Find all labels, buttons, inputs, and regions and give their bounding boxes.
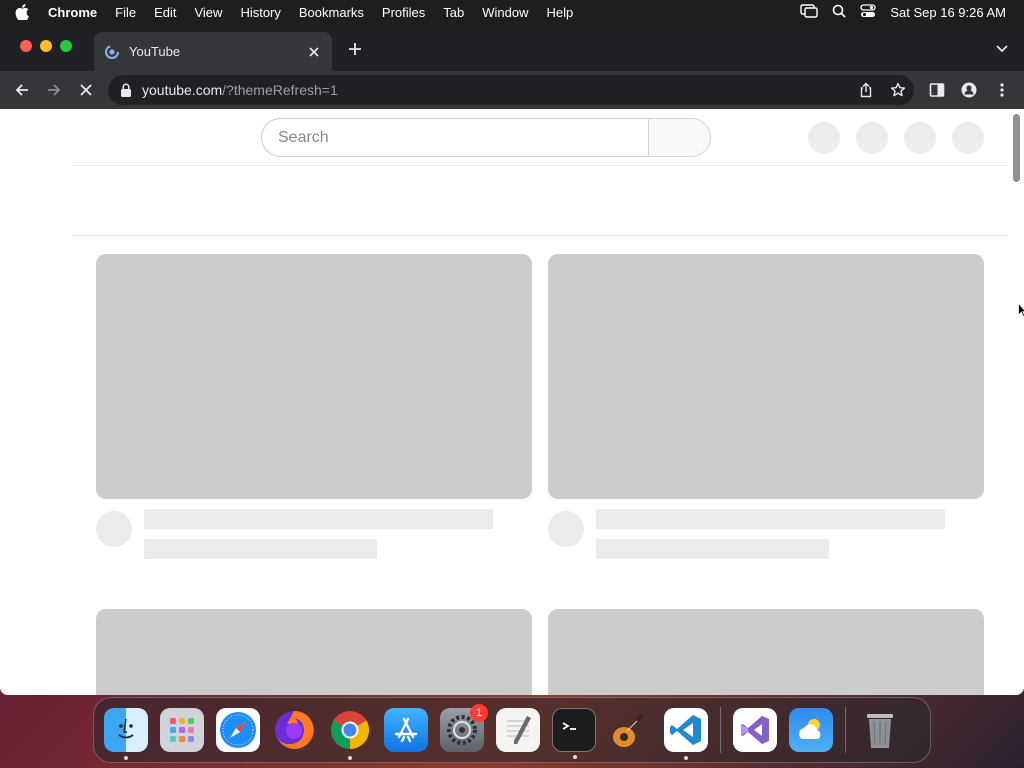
youtube-masthead bbox=[72, 109, 1008, 166]
firefox-icon[interactable] bbox=[272, 708, 316, 752]
close-window-button[interactable] bbox=[20, 40, 32, 52]
profile-avatar-icon[interactable] bbox=[961, 82, 977, 98]
running-indicator bbox=[573, 755, 577, 759]
video-thumbnail-skeleton bbox=[96, 254, 532, 499]
vscode-icon[interactable] bbox=[664, 708, 708, 760]
window-controls bbox=[20, 40, 72, 52]
close-tab-icon[interactable] bbox=[306, 44, 322, 60]
textedit-icon[interactable] bbox=[496, 708, 540, 752]
video-thumbnail-skeleton bbox=[96, 609, 532, 695]
tab-title: YouTube bbox=[129, 44, 181, 59]
channel-avatar-skeleton bbox=[96, 511, 132, 547]
menubar-clock[interactable]: Sat Sep 16 9:26 AM bbox=[890, 5, 1006, 20]
browser-toolbar: youtube.com/?themeRefresh=1 bbox=[0, 71, 1024, 109]
chrome-icon[interactable] bbox=[328, 708, 372, 760]
spotlight-search-icon[interactable] bbox=[832, 4, 846, 21]
apple-menu-icon[interactable] bbox=[0, 4, 44, 20]
finder-icon[interactable] bbox=[104, 708, 148, 760]
video-title-skeleton bbox=[596, 509, 945, 529]
dock-separator bbox=[845, 707, 846, 753]
minimize-window-button[interactable] bbox=[40, 40, 52, 52]
menu-view[interactable]: View bbox=[185, 5, 231, 20]
trash-icon[interactable] bbox=[858, 708, 902, 752]
chip-bar-placeholder bbox=[72, 166, 1008, 236]
menu-tab[interactable]: Tab bbox=[434, 5, 473, 20]
macos-menu-bar: Chrome File Edit View History Bookmarks … bbox=[0, 0, 1024, 24]
system-settings-icon[interactable]: 1 bbox=[440, 704, 488, 752]
menu-history[interactable]: History bbox=[231, 5, 289, 20]
lock-icon[interactable] bbox=[120, 83, 132, 97]
search-button[interactable] bbox=[648, 118, 711, 157]
address-bar[interactable]: youtube.com/?themeRefresh=1 bbox=[108, 75, 914, 105]
app-store-icon[interactable] bbox=[384, 708, 428, 752]
video-title-skeleton bbox=[144, 509, 493, 529]
masthead-placeholder-circle bbox=[808, 122, 840, 154]
masthead-placeholder-circle bbox=[904, 122, 936, 154]
masthead-placeholder-circle bbox=[856, 122, 888, 154]
channel-avatar-skeleton bbox=[548, 511, 584, 547]
menu-help[interactable]: Help bbox=[538, 5, 583, 20]
stop-loading-icon[interactable] bbox=[75, 79, 97, 101]
visual-studio-icon[interactable] bbox=[733, 708, 777, 752]
menu-profiles[interactable]: Profiles bbox=[373, 5, 434, 20]
share-icon[interactable] bbox=[858, 82, 874, 98]
menu-edit[interactable]: Edit bbox=[145, 5, 185, 20]
search-box[interactable] bbox=[261, 118, 648, 157]
youtube-page bbox=[0, 109, 1024, 695]
bookmark-star-icon[interactable] bbox=[890, 82, 906, 98]
garageband-icon[interactable] bbox=[608, 708, 652, 752]
fullscreen-window-button[interactable] bbox=[60, 40, 72, 52]
weather-icon[interactable] bbox=[789, 708, 833, 752]
safari-icon[interactable] bbox=[216, 708, 260, 752]
search-input[interactable] bbox=[278, 128, 648, 147]
notification-badge: 1 bbox=[470, 704, 488, 722]
mouse-cursor-icon bbox=[1018, 303, 1024, 317]
kebab-menu-icon[interactable] bbox=[994, 82, 1010, 98]
back-arrow-icon[interactable] bbox=[11, 79, 33, 101]
forward-arrow-icon[interactable] bbox=[43, 79, 65, 101]
url-path: /?themeRefresh=1 bbox=[222, 82, 338, 98]
terminal-icon[interactable] bbox=[552, 708, 596, 759]
menu-window[interactable]: Window bbox=[473, 5, 537, 20]
loading-favicon-icon bbox=[104, 44, 120, 60]
video-meta-skeleton bbox=[144, 539, 377, 559]
menu-bookmarks[interactable]: Bookmarks bbox=[290, 5, 373, 20]
running-indicator bbox=[684, 756, 688, 760]
menu-file[interactable]: File bbox=[106, 5, 145, 20]
control-center-icon[interactable] bbox=[860, 3, 877, 21]
running-indicator bbox=[124, 756, 128, 760]
running-indicator bbox=[348, 756, 352, 760]
video-meta-skeleton bbox=[596, 539, 829, 559]
launchpad-icon[interactable] bbox=[160, 708, 204, 752]
tab-strip: YouTube bbox=[0, 24, 1024, 71]
tab-youtube[interactable]: YouTube bbox=[94, 32, 332, 71]
side-panel-icon[interactable] bbox=[929, 82, 945, 98]
page-scrollbar[interactable] bbox=[1013, 114, 1020, 182]
url-host: youtube.com bbox=[142, 82, 223, 98]
tab-search-chevron-icon[interactable] bbox=[994, 40, 1010, 56]
screen-mirroring-icon[interactable] bbox=[800, 3, 819, 21]
chrome-window: YouTube youtube.com/?themeRefresh=1 bbox=[0, 24, 1024, 695]
menu-chrome[interactable]: Chrome bbox=[44, 5, 106, 20]
url-text[interactable]: youtube.com/?themeRefresh=1 bbox=[142, 82, 338, 98]
video-thumbnail-skeleton bbox=[548, 609, 984, 695]
video-thumbnail-skeleton bbox=[548, 254, 984, 499]
dock-separator bbox=[720, 707, 721, 753]
masthead-placeholder-circle bbox=[952, 122, 984, 154]
macos-dock: 1 bbox=[93, 697, 931, 763]
new-tab-icon[interactable] bbox=[344, 38, 366, 60]
